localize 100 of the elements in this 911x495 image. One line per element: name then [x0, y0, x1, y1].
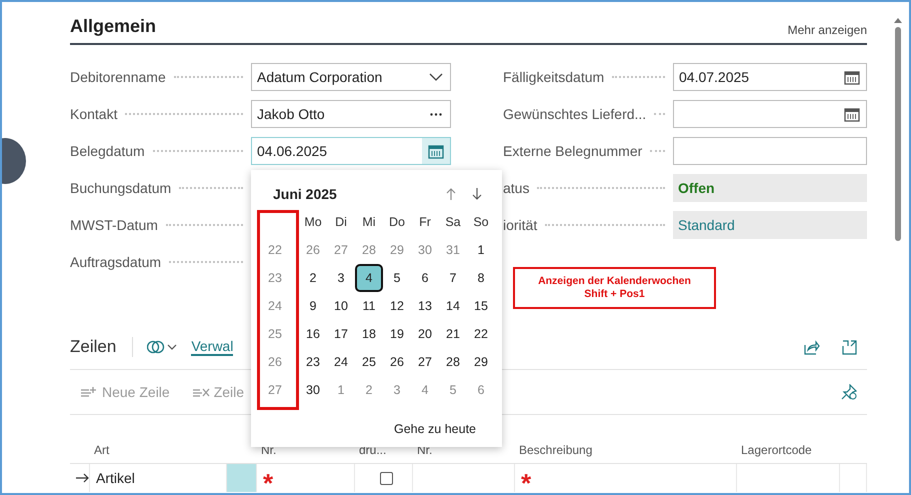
table-cell: *: [515, 464, 737, 492]
lines-title: Zeilen: [70, 337, 134, 357]
calendar-day[interactable]: 12: [385, 294, 409, 318]
selected-cell[interactable]: [227, 464, 257, 492]
week-number: 27: [268, 383, 282, 397]
calendar-day[interactable]: 26: [385, 350, 409, 374]
calendar-day[interactable]: 27: [329, 238, 353, 262]
calendar-day[interactable]: 21: [441, 322, 465, 346]
calendar-day[interactable]: 16: [301, 322, 325, 346]
calendar-icon[interactable]: [844, 70, 860, 84]
calendar-day[interactable]: 31: [441, 238, 465, 262]
calendar-day[interactable]: 2: [357, 378, 381, 402]
calendar-day[interactable]: 4: [413, 378, 437, 402]
calendar-day[interactable]: 24: [329, 350, 353, 374]
field-label: Externe Belegnummer: [503, 143, 642, 159]
calendar-day[interactable]: 18: [357, 322, 381, 346]
menu-tab[interactable]: Verwal: [191, 338, 234, 356]
dotted-leader: [654, 113, 665, 115]
calendar-day[interactable]: 3: [329, 266, 353, 290]
calendar-day[interactable]: 29: [469, 350, 493, 374]
readonly-field: Standard: [673, 211, 867, 239]
calendar-day[interactable]: 8: [469, 266, 493, 290]
show-more-link[interactable]: Mehr anzeigen: [788, 23, 867, 37]
field-label: iorität: [503, 217, 538, 233]
section-title: Allgemein: [70, 16, 156, 37]
go-to-today-button[interactable]: Gehe zu heute: [388, 421, 482, 437]
date-field[interactable]: [673, 100, 867, 128]
arrow-down-icon[interactable]: [472, 188, 482, 200]
week-number: 22: [268, 243, 282, 257]
text-field[interactable]: [673, 137, 867, 165]
scroll-up-arrow[interactable]: [894, 18, 902, 23]
calendar-day[interactable]: 4: [357, 266, 381, 290]
date-field[interactable]: 04.07.2025: [673, 63, 867, 91]
calendar-icon[interactable]: [844, 106, 860, 122]
calendar-day[interactable]: 6: [469, 378, 493, 402]
scrollbar-thumb[interactable]: [895, 27, 901, 241]
field-label: Gewünschtes Lieferd...: [503, 106, 646, 122]
more-icon[interactable]: [430, 112, 442, 116]
expand-icon[interactable]: [842, 340, 857, 354]
calendar-day[interactable]: 14: [441, 294, 465, 318]
status-field: Offen: [673, 174, 867, 202]
calendar-day[interactable]: 13: [413, 294, 437, 318]
calendar-day[interactable]: 15: [469, 294, 493, 318]
calendar-day[interactable]: 30: [301, 378, 325, 402]
month-title: Juni 2025: [273, 186, 338, 202]
weekday-label: Sa: [445, 215, 461, 229]
field-label: MWST-Datum: [70, 217, 158, 233]
calendar-day[interactable]: 1: [469, 238, 493, 262]
calendar-day[interactable]: 10: [329, 294, 353, 318]
weekday-label: Mo: [304, 215, 322, 229]
lookup-field[interactable]: Jakob Otto: [251, 100, 451, 128]
calendar-day[interactable]: 27: [413, 350, 437, 374]
week-number: 26: [268, 355, 282, 369]
arrow-right-icon: [76, 473, 89, 483]
calendar-day[interactable]: 11: [357, 294, 381, 318]
calendar-day[interactable]: 5: [385, 266, 409, 290]
calendar-day[interactable]: 25: [357, 350, 381, 374]
share-icon[interactable]: [804, 340, 820, 354]
calendar-day[interactable]: 20: [413, 322, 437, 346]
calendar-day[interactable]: 5: [441, 378, 465, 402]
arrow-up-icon[interactable]: [446, 188, 456, 200]
dotted-leader: [612, 76, 665, 78]
field-label: Debitorenname: [70, 69, 166, 85]
weekday-label: So: [473, 215, 489, 229]
weekday-label: Fr: [419, 215, 431, 229]
calendar-icon[interactable]: [428, 144, 444, 158]
column-header: Lagerortcode: [737, 437, 840, 464]
dotted-leader: [179, 187, 243, 189]
week-number: 23: [268, 271, 282, 285]
calendar-day[interactable]: 19: [385, 322, 409, 346]
field-label: Fälligkeitsdatum: [503, 69, 604, 85]
pin-icon[interactable]: [841, 384, 857, 400]
calendar-day[interactable]: 2: [301, 266, 325, 290]
field-label: Belegdatum: [70, 143, 145, 159]
checkbox[interactable]: [380, 472, 393, 484]
field-label: Auftragsdatum: [70, 254, 162, 270]
calendar-day[interactable]: 28: [357, 238, 381, 262]
calendar-day[interactable]: 28: [441, 350, 465, 374]
dropdown-field[interactable]: Adatum Corporation: [251, 63, 451, 91]
field-label: atus: [503, 180, 530, 196]
calendar-day[interactable]: 23: [301, 350, 325, 374]
dotted-leader: [174, 76, 243, 78]
calendar-day[interactable]: 29: [385, 238, 409, 262]
calendar-day[interactable]: 7: [441, 266, 465, 290]
calendar-day[interactable]: 3: [385, 378, 409, 402]
calendar-day[interactable]: 1: [329, 378, 353, 402]
calendar-day[interactable]: 26: [301, 238, 325, 262]
date-field[interactable]: 04.06.2025: [251, 137, 451, 165]
calendar-day[interactable]: 22: [469, 322, 493, 346]
calendar-day[interactable]: 6: [413, 266, 437, 290]
column-header: Art: [90, 437, 227, 464]
calendar-day[interactable]: 30: [413, 238, 437, 262]
annotation-note: Anzeigen der Kalenderwochen Shift + Pos1: [513, 267, 716, 309]
new-line-icon: [80, 386, 98, 398]
field-label: Kontakt: [70, 106, 118, 122]
calendar-day[interactable]: 17: [329, 322, 353, 346]
week-number: 24: [268, 299, 282, 313]
calendar-day[interactable]: 9: [301, 294, 325, 318]
field-label: Buchungsdatum: [70, 180, 172, 196]
chevron-down-icon: [429, 73, 443, 81]
